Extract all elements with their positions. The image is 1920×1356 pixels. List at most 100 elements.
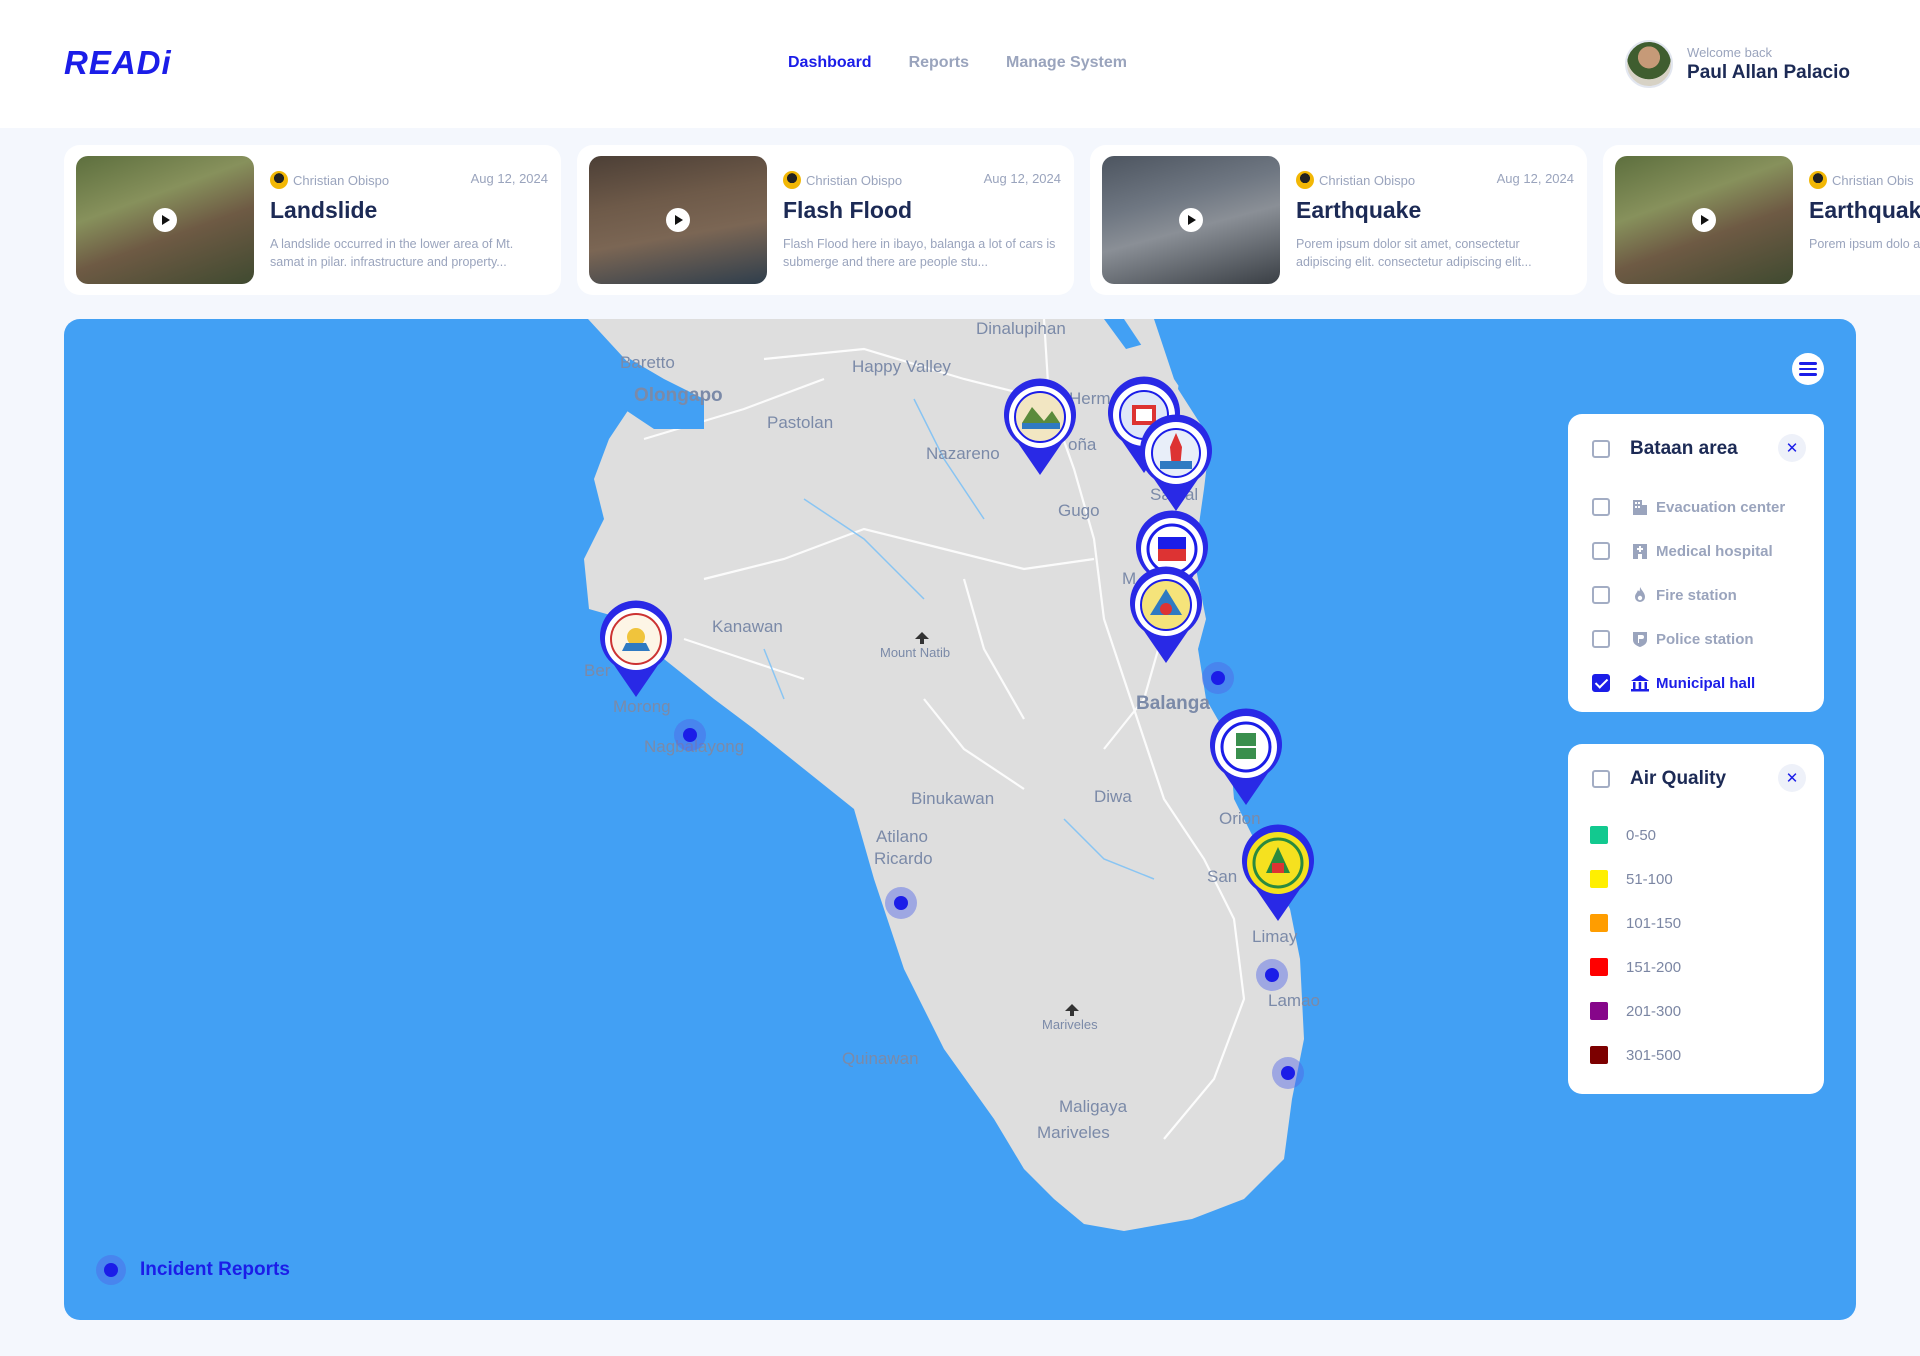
municipal-hall-pin[interactable]: [596, 599, 676, 699]
incident-card[interactable]: Christian Obis Earthquak Porem ipsum dol…: [1603, 145, 1920, 295]
filter-checkbox[interactable]: [1592, 630, 1610, 648]
incident-date: Aug 12, 2024: [983, 171, 1061, 186]
air-quality-checkbox[interactable]: [1592, 770, 1610, 788]
filter-police-station[interactable]: Police station: [1592, 617, 1785, 661]
incident-thumbnail[interactable]: [1615, 156, 1793, 284]
aqi-color-swatch: [1590, 914, 1608, 932]
incident-marker[interactable]: [674, 719, 706, 751]
incident-title: Earthquake: [1296, 197, 1422, 223]
place-label: Kanawan: [712, 617, 783, 636]
police-badge-icon: [1630, 629, 1650, 649]
filter-checkbox[interactable]: [1592, 586, 1610, 604]
aqi-level-item: 51-100: [1590, 857, 1681, 901]
panel-title: Air Quality: [1630, 768, 1727, 789]
filter-label: Municipal hall: [1656, 674, 1756, 692]
top-header: READi Dashboard Reports Manage System We…: [0, 0, 1920, 128]
aqi-range-label: 151-200: [1626, 958, 1682, 976]
place-label: Atilano: [876, 827, 928, 846]
play-icon[interactable]: [666, 208, 690, 232]
incident-card[interactable]: Christian Obispo Aug 12, 2024 Flash Flood…: [577, 145, 1074, 295]
aqi-color-swatch: [1590, 826, 1608, 844]
place-label: Happy Valley: [852, 357, 951, 376]
municipal-hall-icon: [1630, 673, 1650, 693]
mountain-icon: [915, 632, 929, 644]
aqi-color-swatch: [1590, 1002, 1608, 1020]
legend-label: Incident Reports: [140, 1259, 290, 1280]
nav-dashboard[interactable]: Dashboard: [788, 54, 872, 72]
place-label: Limay: [1252, 927, 1298, 946]
incident-thumbnail[interactable]: [1102, 156, 1280, 284]
play-icon[interactable]: [1692, 208, 1716, 232]
filter-fire-station[interactable]: Fire station: [1592, 573, 1785, 617]
filter-label: Fire station: [1656, 586, 1737, 604]
author-name: Christian Obis: [1832, 172, 1914, 188]
place-label: Morong: [613, 697, 671, 716]
incident-marker[interactable]: [1256, 959, 1288, 991]
aqi-color-swatch: [1590, 1046, 1608, 1064]
aqi-level-item: 0-50: [1590, 813, 1681, 857]
municipal-hall-pin[interactable]: [1126, 565, 1206, 665]
filter-label: Medical hospital: [1656, 542, 1773, 560]
author-avatar: [1809, 171, 1827, 189]
nav-reports[interactable]: Reports: [909, 54, 969, 72]
filter-label: Evacuation center: [1656, 498, 1786, 516]
author-name: Christian Obispo: [293, 172, 390, 188]
play-icon[interactable]: [153, 208, 177, 232]
filter-municipal-hall[interactable]: Municipal hall: [1592, 661, 1785, 705]
aqi-range-label: 301-500: [1626, 1046, 1682, 1064]
bataan-area-panel: Bataan area ✕ Evacuation center Medical …: [1568, 414, 1824, 712]
aqi-level-item: 301-500: [1590, 1033, 1681, 1077]
bataan-area-checkbox[interactable]: [1592, 440, 1610, 458]
nav-manage-system[interactable]: Manage System: [1006, 54, 1127, 72]
close-icon[interactable]: ✕: [1778, 434, 1806, 462]
mountain-icon: [1065, 1004, 1079, 1016]
filter-medical-hospital[interactable]: Medical hospital: [1592, 529, 1785, 573]
incident-card[interactable]: Christian Obispo Aug 12, 2024 Landslide A…: [64, 145, 561, 295]
place-label: Quinawan: [842, 1049, 919, 1068]
bataan-map[interactable]: Dinalupihan Baretto Happy Valley Olongap…: [64, 319, 1856, 1320]
incident-description: Porem ipsum dolo adipiscing elit. co: [1809, 237, 1920, 251]
app-logo[interactable]: READi: [64, 44, 172, 82]
aqi-range-label: 51-100: [1626, 870, 1673, 888]
place-label: San: [1207, 867, 1238, 886]
place-label: Ricardo: [874, 849, 933, 868]
municipal-hall-pin[interactable]: [1000, 377, 1080, 477]
welcome-text: Welcome back: [1687, 44, 1773, 60]
incident-thumbnail[interactable]: [76, 156, 254, 284]
close-icon[interactable]: ✕: [1778, 764, 1806, 792]
filter-checkbox[interactable]: [1592, 674, 1610, 692]
avatar[interactable]: [1625, 40, 1674, 88]
filter-checkbox[interactable]: [1592, 498, 1610, 516]
incident-description: Porem ipsum dolor sit amet, consectetur …: [1296, 237, 1532, 269]
aqi-range-label: 101-150: [1626, 914, 1682, 932]
incident-thumbnail[interactable]: [589, 156, 767, 284]
map-layers-menu-button[interactable]: [1792, 353, 1824, 385]
aqi-color-swatch: [1590, 870, 1608, 888]
municipal-hall-pin[interactable]: [1206, 707, 1286, 807]
incident-marker[interactable]: [1272, 1057, 1304, 1089]
user-name: Paul Allan Palacio: [1687, 61, 1850, 83]
incident-card[interactable]: Christian Obispo Aug 12, 2024 Earthquake …: [1090, 145, 1587, 295]
place-label: Diwa: [1094, 787, 1132, 806]
hospital-icon: [1630, 541, 1650, 561]
aqi-range-label: 201-300: [1626, 1002, 1682, 1020]
place-label: Maligaya: [1059, 1097, 1128, 1116]
incident-title: Earthquak: [1809, 197, 1920, 223]
filter-checkbox[interactable]: [1592, 542, 1610, 560]
aqi-level-item: 201-300: [1590, 989, 1681, 1033]
incident-reports-legend[interactable]: Incident Reports: [96, 1255, 290, 1285]
aqi-level-item: 151-200: [1590, 945, 1681, 989]
municipal-hall-pin[interactable]: [1136, 413, 1216, 513]
aqi-color-swatch: [1590, 958, 1608, 976]
incident-marker[interactable]: [1202, 662, 1234, 694]
incident-date: Aug 12, 2024: [470, 171, 548, 186]
incident-carousel: Christian Obispo Aug 12, 2024 Landslide A…: [64, 145, 1920, 295]
place-label: Mariveles: [1037, 1123, 1110, 1142]
place-label: Balanga: [1136, 693, 1210, 714]
municipal-hall-pin[interactable]: [1238, 823, 1318, 923]
play-icon[interactable]: [1179, 208, 1203, 232]
incident-marker[interactable]: [885, 887, 917, 919]
place-label: Dinalupihan: [976, 319, 1066, 338]
filter-evacuation-center[interactable]: Evacuation center: [1592, 485, 1785, 529]
user-profile[interactable]: Welcome back Paul Allan Palacio: [1625, 40, 1850, 88]
